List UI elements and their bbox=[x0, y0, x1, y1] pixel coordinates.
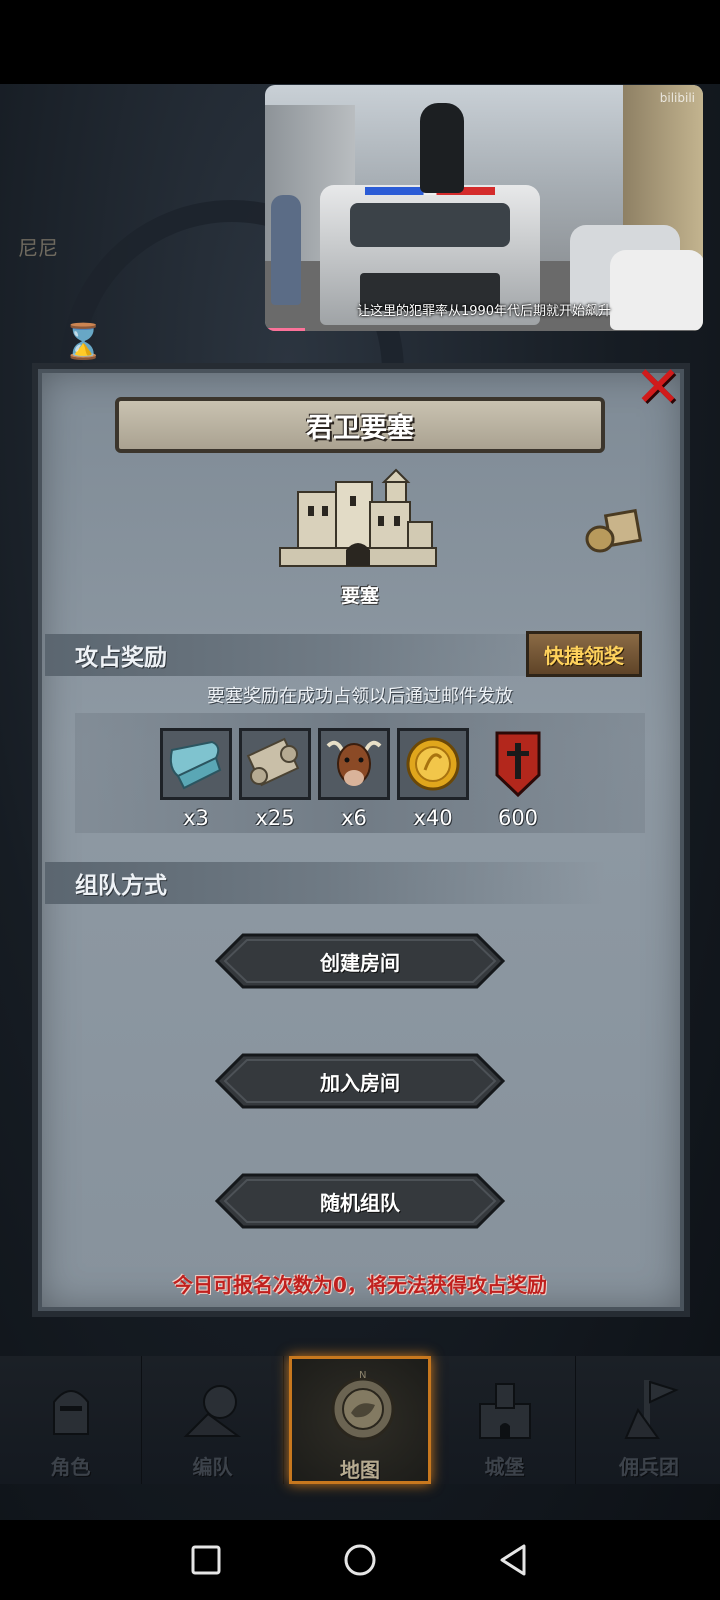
quick-claim-button[interactable]: 快捷领奖 bbox=[526, 631, 642, 677]
floating-video-player[interactable]: bilibili 让这里的犯罪率从1990年代后期就开始飙升 bbox=[265, 85, 703, 331]
recent-apps-icon[interactable] bbox=[182, 1536, 230, 1584]
scroll-icon bbox=[246, 737, 300, 787]
registration-warning: 今日可报名次数为0，将无法获得攻占奖励 bbox=[173, 1273, 547, 1297]
fortress-label: 要塞 bbox=[340, 585, 379, 607]
panel-title: 君卫要塞 bbox=[115, 397, 605, 453]
video-pedestrian bbox=[271, 195, 301, 305]
reward-qty: 600 bbox=[497, 806, 539, 830]
supply-bag-icon[interactable] bbox=[584, 505, 644, 555]
svg-text:N: N bbox=[359, 1370, 366, 1381]
reward-qty: x6 bbox=[341, 806, 367, 830]
system-navigation-bar bbox=[0, 1520, 720, 1600]
gold-coin-icon bbox=[406, 737, 460, 791]
reward-slot bbox=[160, 728, 232, 800]
fortress-icon bbox=[279, 468, 437, 567]
join-room-button[interactable]: 加入房间 bbox=[215, 1053, 505, 1109]
nav-tab-label: 城堡 bbox=[484, 1455, 525, 1479]
status-bar bbox=[0, 0, 720, 84]
reward-slot bbox=[239, 728, 311, 800]
hourglass-icon: ⌛ bbox=[62, 322, 105, 362]
video-subtitle: 让这里的犯罪率从1990年代后期就开始飙升 bbox=[356, 304, 612, 319]
nav-tab-character[interactable]: 角色 bbox=[0, 1356, 142, 1484]
knight-helmet-icon bbox=[53, 1390, 89, 1435]
create-room-button[interactable]: 创建房间 bbox=[215, 933, 505, 989]
truck-windshield bbox=[350, 203, 510, 247]
nav-tab-label: 角色 bbox=[50, 1455, 91, 1479]
home-icon[interactable] bbox=[336, 1536, 384, 1584]
reward-item-scroll[interactable]: x25 bbox=[239, 728, 311, 830]
nav-tab-label: 佣兵团 bbox=[619, 1455, 679, 1479]
banner-emblem-icon bbox=[495, 731, 541, 798]
formation-icon bbox=[183, 1385, 242, 1437]
reward-slot bbox=[482, 728, 554, 800]
reward-item-cloth[interactable]: x3 bbox=[160, 728, 232, 830]
castle-icon bbox=[479, 1383, 531, 1439]
compass-map-icon: N bbox=[331, 1370, 395, 1441]
reward-slot bbox=[397, 728, 469, 800]
video-soldier bbox=[420, 103, 464, 193]
nav-tab-mercenary[interactable]: 佣兵团 bbox=[578, 1356, 720, 1484]
reward-qty: x40 bbox=[413, 806, 453, 830]
create-room-label: 创建房间 bbox=[320, 950, 400, 975]
reward-item-cattle[interactable]: x6 bbox=[318, 728, 390, 830]
nav-tab-map[interactable]: N 地图 bbox=[289, 1356, 431, 1484]
video-progress-bar bbox=[265, 328, 305, 331]
reward-qty: x25 bbox=[255, 806, 295, 830]
background-partial-text: 尼尼 bbox=[18, 236, 58, 260]
nav-tab-label: 编队 bbox=[192, 1455, 233, 1479]
random-team-label: 随机组队 bbox=[320, 1190, 400, 1215]
back-icon[interactable] bbox=[490, 1536, 538, 1584]
reward-item-emblem[interactable]: 600 bbox=[482, 728, 554, 830]
reward-qty: x3 bbox=[183, 806, 209, 830]
reward-note: 要塞奖励在成功占领以后通过邮件发放 bbox=[207, 686, 513, 707]
nav-tab-label: 地图 bbox=[340, 1458, 380, 1482]
random-team-button[interactable]: 随机组队 bbox=[215, 1173, 505, 1229]
join-room-label: 加入房间 bbox=[320, 1070, 400, 1095]
nav-tab-castle[interactable]: 城堡 bbox=[434, 1356, 576, 1484]
reward-slot bbox=[318, 728, 390, 800]
video-watermark: bilibili bbox=[659, 91, 695, 105]
nav-tab-formation[interactable]: 编队 bbox=[142, 1356, 284, 1484]
rewards-section-header: 攻占奖励 bbox=[45, 634, 605, 676]
close-icon[interactable]: ✕ bbox=[632, 360, 684, 416]
team-section-header: 组队方式 bbox=[45, 862, 605, 904]
cattle-icon bbox=[326, 740, 382, 786]
reward-item-gold-coin[interactable]: x40 bbox=[397, 728, 469, 830]
mercenary-icon bbox=[624, 1380, 679, 1439]
cloth-icon bbox=[169, 740, 222, 790]
